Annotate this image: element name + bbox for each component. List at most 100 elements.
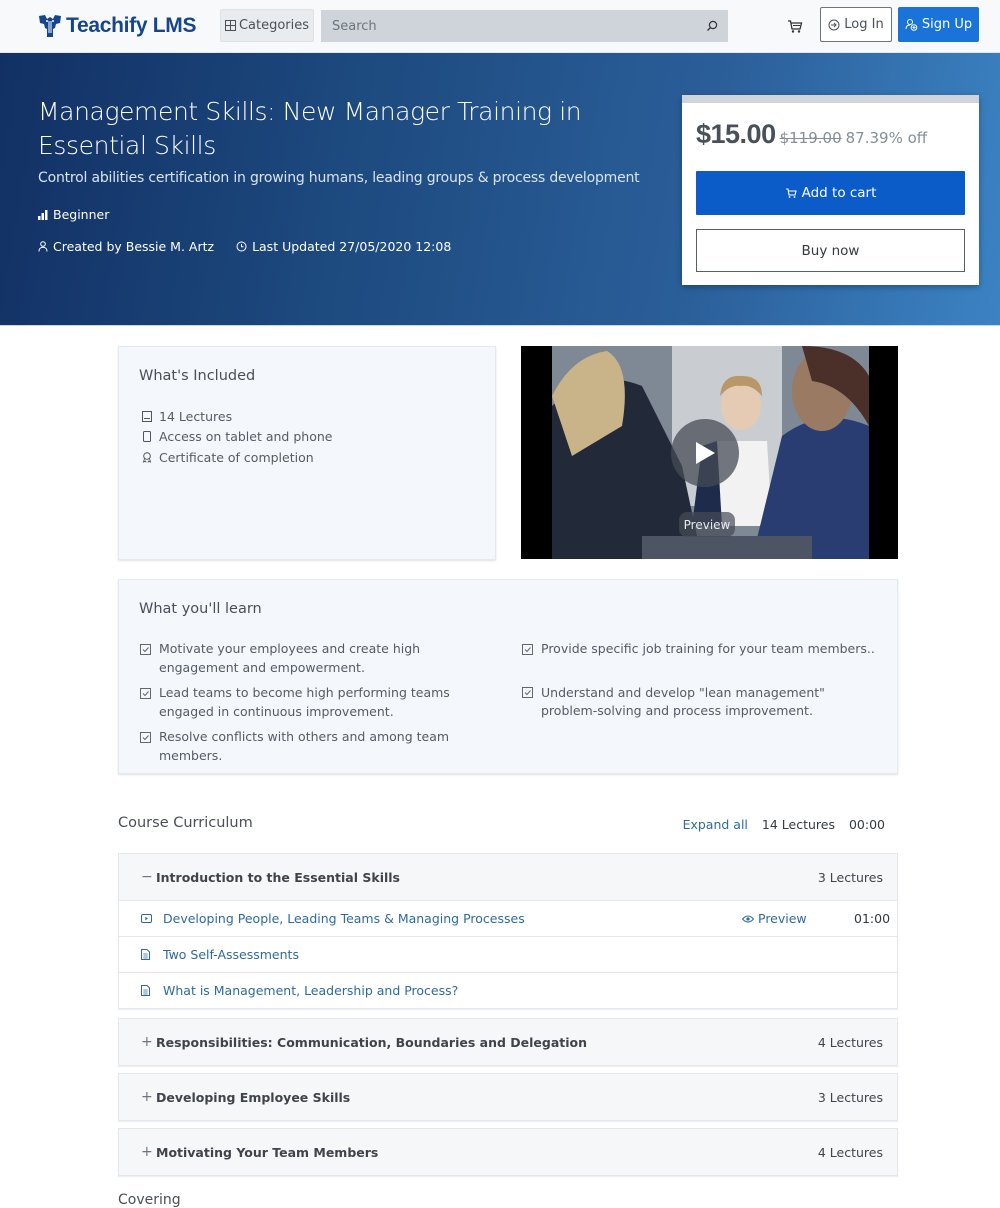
login-button[interactable]: Log In [820,7,892,42]
learn-text: Understand and develop "lean management"… [541,684,825,719]
lectures-icon [141,410,153,422]
learn-text: Provide specific job training for your t… [541,641,875,656]
level-label: Beginner [53,207,110,222]
add-to-cart-button[interactable]: Add to cart [696,171,965,215]
purchase-card: $15.00 $119.00 87.39% off Add to cart Bu… [682,95,979,285]
included-label: Certificate of completion [159,449,314,465]
lecture-name: Two Self-Assessments [163,947,299,962]
created-by[interactable]: Created by Bessie M. Artz [53,239,214,254]
search-icon[interactable] [696,10,728,42]
learn-item: Lead teams to become high performing tea… [139,684,499,721]
included-item: Certificate of completion [141,447,332,468]
section-header[interactable]: + Motivating Your Team Members 4 Lecture… [119,1129,897,1175]
original-price: $119.00 [779,129,842,147]
expand-icon: + [141,1034,153,1050]
lecture-name: Developing People, Leading Teams & Manag… [163,911,525,926]
total-duration: 00:00 [848,817,885,832]
expand-icon: + [141,1089,153,1105]
checkbox-checked-icon [521,643,533,655]
section-header[interactable]: + Developing Employee Skills 3 Lectures [119,1074,897,1120]
add-user-icon [905,19,918,31]
expand-icon: + [141,1144,153,1160]
section-lecture-count: 3 Lectures [817,1089,883,1105]
lecture-row[interactable]: Two Self-Assessments [119,936,897,972]
learn-column-right: Provide specific job training for your t… [521,640,881,728]
included-list: 14 Lectures Access on tablet and phone C… [141,406,332,468]
lecture-preview-link[interactable]: Preview [742,911,854,926]
whats-included-card: What's Included 14 Lectures Access on ta… [118,346,496,560]
included-item: 14 Lectures [141,406,332,427]
included-label: Access on tablet and phone [159,429,333,445]
cart-icon[interactable] [786,17,804,35]
learn-item: Motivate your employees and create high … [139,640,499,677]
learn-text: Motivate your employees and create high … [159,641,421,675]
section-lecture-count: 4 Lectures [817,1034,883,1050]
categories-label: Categories [238,18,310,33]
document-icon [141,985,163,996]
included-item: Access on tablet and phone [141,427,332,448]
document-icon [141,949,163,960]
grid-icon [224,20,236,31]
current-price: $15.00 [696,119,776,149]
expand-all-link[interactable]: Expand all [683,817,748,832]
lecture-list: Developing People, Leading Teams & Manag… [119,900,897,1008]
lecture-row[interactable]: Developing People, Leading Teams & Manag… [119,900,897,936]
play-button[interactable] [671,419,739,487]
cart-icon [785,188,797,198]
lecture-name: What is Management, Leadership and Proce… [163,983,459,998]
video-icon [141,914,163,923]
included-label: 14 Lectures [159,408,233,424]
checkbox-checked-icon [139,687,151,699]
eye-icon [742,915,754,922]
section-lecture-count: 4 Lectures [817,1144,883,1160]
login-icon [828,19,840,30]
learn-text: Resolve conflicts with others and among … [159,729,450,763]
brand-logo[interactable]: Teachify LMS [37,11,197,41]
top-navbar: Teachify LMS Categories Log In Sign Up [0,0,1000,53]
last-updated: Last Updated 27/05/2020 12:08 [252,239,452,254]
course-level: Beginner [38,207,109,222]
section-header[interactable]: + Responsibilities: Communication, Bound… [119,1019,897,1065]
curriculum-meta: Expand all 14 Lectures 00:00 [683,817,885,832]
signup-label: Sign Up [921,17,973,32]
buy-now-button[interactable]: Buy now [696,229,965,272]
next-section-heading-partial: Covering [118,1192,181,1208]
elephant-logo-icon [39,15,61,37]
search-bar [321,10,728,42]
tablet-icon [141,431,153,443]
whats-included-title: What's Included [139,368,256,384]
curriculum-section: − Introduction to the Essential Skills 3… [118,853,898,1009]
preview-badge: Preview [679,512,735,537]
course-title: Management Skills: New Manager Training … [38,97,582,160]
add-to-cart-label: Add to cart [801,185,877,201]
lecture-row[interactable]: What is Management, Leadership and Proce… [119,972,897,1008]
total-lectures: 14 Lectures [761,817,835,832]
curriculum-section: + Developing Employee Skills 3 Lectures [118,1073,898,1121]
price-row: $15.00 $119.00 87.39% off [696,119,927,150]
signal-bars-icon [38,209,48,220]
collapse-icon: − [141,869,153,885]
section-name: Responsibilities: Communication, Boundar… [156,1034,588,1050]
checkbox-checked-icon [139,643,151,655]
categories-button[interactable]: Categories [220,9,314,42]
preview-label: Preview [758,911,807,926]
buy-now-label: Buy now [801,242,860,259]
card-top-strip [682,95,979,103]
checkbox-checked-icon [139,731,151,743]
course-meta: Created by Bessie M. Artz Last Updated 2… [38,239,451,254]
checkbox-checked-icon [521,687,533,699]
lecture-duration: 01:00 [854,911,891,926]
learn-title: What you'll learn [139,601,262,617]
section-header[interactable]: − Introduction to the Essential Skills 3… [119,854,897,900]
login-label: Log In [844,17,884,32]
preview-video[interactable]: Preview [521,346,898,559]
section-lecture-count: 3 Lectures [817,869,883,885]
learn-item: Provide specific job training for your t… [521,640,881,659]
signup-button[interactable]: Sign Up [898,7,979,42]
user-icon [38,241,48,252]
curriculum-section: + Responsibilities: Communication, Bound… [118,1018,898,1066]
search-input[interactable] [321,10,696,42]
learn-item: Resolve conflicts with others and among … [139,728,499,765]
learn-column-left: Motivate your employees and create high … [139,640,499,772]
section-name: Developing Employee Skills [156,1089,351,1105]
